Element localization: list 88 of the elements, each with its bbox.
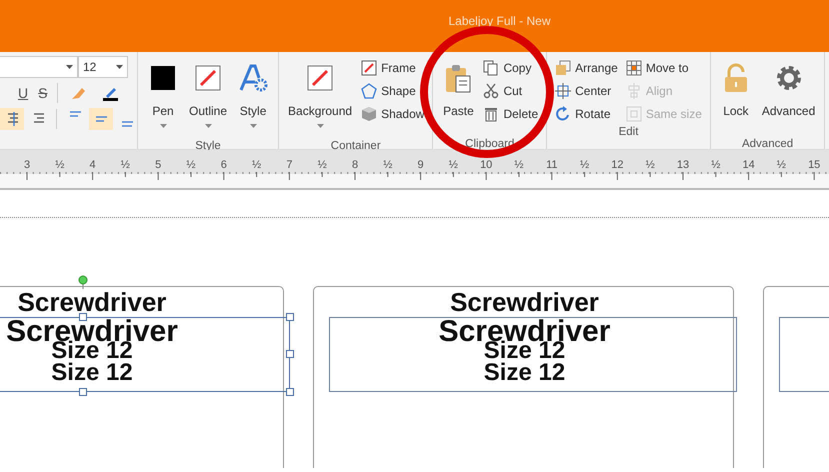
font-name-field[interactable]	[0, 56, 78, 78]
ruler-number: 7	[286, 158, 292, 173]
ruler-number: ½	[120, 158, 130, 173]
letter-gear-icon	[237, 62, 270, 94]
ruler-number: 5	[155, 158, 162, 173]
label-text: Screwdriver	[16, 291, 168, 314]
ruler-number: 12	[611, 158, 624, 173]
underline-button[interactable]: U	[14, 82, 32, 104]
ruler-number: ½	[186, 158, 196, 173]
ruler-number: 10	[480, 158, 492, 173]
ribbon-button[interactable]: Advanced	[758, 56, 818, 136]
ruler-number: ½	[580, 158, 590, 173]
copy-icon	[483, 60, 500, 76]
caret-icon	[204, 124, 212, 128]
resize-handle[interactable]	[286, 350, 294, 358]
caret-icon	[250, 124, 257, 128]
rotate-icon	[555, 106, 572, 122]
ribbon-button[interactable]: Arrange	[553, 58, 620, 78]
ruler-number: 11	[546, 158, 558, 173]
ribbon-button[interactable]: Cut	[481, 81, 540, 101]
ruler-number: 8	[352, 158, 358, 173]
resize-handle[interactable]	[286, 388, 294, 396]
resize-handle[interactable]	[79, 388, 87, 396]
font-size-value: 12	[83, 59, 96, 76]
ruler-number: 6	[220, 158, 227, 173]
ruler-number: 14	[742, 158, 755, 173]
ruler-number: 9	[418, 158, 424, 173]
ruler-number: ½	[776, 158, 786, 173]
frame-icon	[361, 60, 378, 76]
align-middle-icon	[95, 116, 107, 122]
ribbon-button[interactable]: Shadow	[359, 104, 426, 124]
strikethrough-button[interactable]: S	[34, 82, 52, 104]
ribbon-button[interactable]: Lock	[716, 56, 755, 136]
font-color-icon	[102, 85, 120, 101]
ruler-number: ½	[252, 158, 262, 173]
caret-icon	[116, 65, 123, 69]
caret-icon	[316, 124, 324, 128]
align-top-icon	[69, 111, 81, 117]
align-bottom-icon	[121, 121, 133, 127]
ruler-number: ½	[318, 158, 327, 173]
rotate-handle[interactable]	[78, 275, 88, 289]
ruler-number: ½	[514, 158, 524, 173]
alignment-button[interactable]	[0, 108, 24, 130]
layers-icon	[555, 60, 572, 76]
label-text: Size 12	[482, 362, 566, 384]
font-size-field[interactable]: 12	[78, 56, 128, 78]
ruler-number: 4	[90, 158, 96, 173]
window-title: Labeljoy Full - New	[448, 13, 551, 30]
scissors-icon	[483, 83, 500, 99]
caret-icon	[160, 124, 166, 128]
group-label: Clipboard	[464, 137, 516, 152]
ruler-number: ½	[383, 158, 392, 173]
ribbon-button[interactable]: Rotate	[553, 104, 620, 124]
label-text: Screwdriver	[449, 291, 600, 314]
resize-handle[interactable]	[286, 313, 294, 321]
group-label: Advanced	[740, 137, 794, 152]
ruler-number: ½	[711, 158, 720, 173]
align-icon	[626, 83, 642, 99]
ribbon-button[interactable]: Copy	[481, 58, 540, 78]
ribbon-button[interactable]: Outline	[186, 56, 230, 138]
ribbon-button[interactable]: Move to	[624, 58, 704, 78]
ribbon-button[interactable]: Center	[553, 81, 620, 101]
ruler-number: 3	[24, 158, 30, 173]
ribbon-button[interactable]: Delete	[481, 104, 540, 124]
grid-icon	[626, 60, 642, 76]
ribbon-button[interactable]: Style	[234, 56, 272, 138]
ruler-number: ½	[646, 158, 655, 173]
ribbon-button[interactable]: Pen	[144, 56, 182, 138]
ribbon-button[interactable]: Frame	[359, 58, 426, 78]
ruler-number: 13	[676, 158, 690, 173]
group-label: Container	[330, 139, 382, 154]
ruler-number: 15	[808, 158, 820, 173]
pentagon-icon	[361, 83, 378, 99]
trash-icon	[483, 106, 500, 122]
ribbon-button[interactable]: Shape	[359, 81, 426, 101]
resize-handle[interactable]	[79, 313, 87, 321]
group-label: Style	[194, 139, 222, 154]
ribbon-button[interactable]: Paste	[439, 56, 478, 136]
ruler-number: ½	[55, 158, 64, 173]
label-text: Size 12	[50, 362, 134, 384]
cube-icon	[361, 106, 378, 122]
group-label: Edit	[618, 125, 640, 140]
center-icon	[555, 83, 572, 99]
ruler-number: ½	[448, 158, 458, 173]
ribbon-button[interactable]: Background	[285, 56, 356, 138]
align-center-icon	[6, 111, 18, 127]
resize-icon	[626, 106, 642, 122]
caret-icon	[66, 65, 73, 69]
